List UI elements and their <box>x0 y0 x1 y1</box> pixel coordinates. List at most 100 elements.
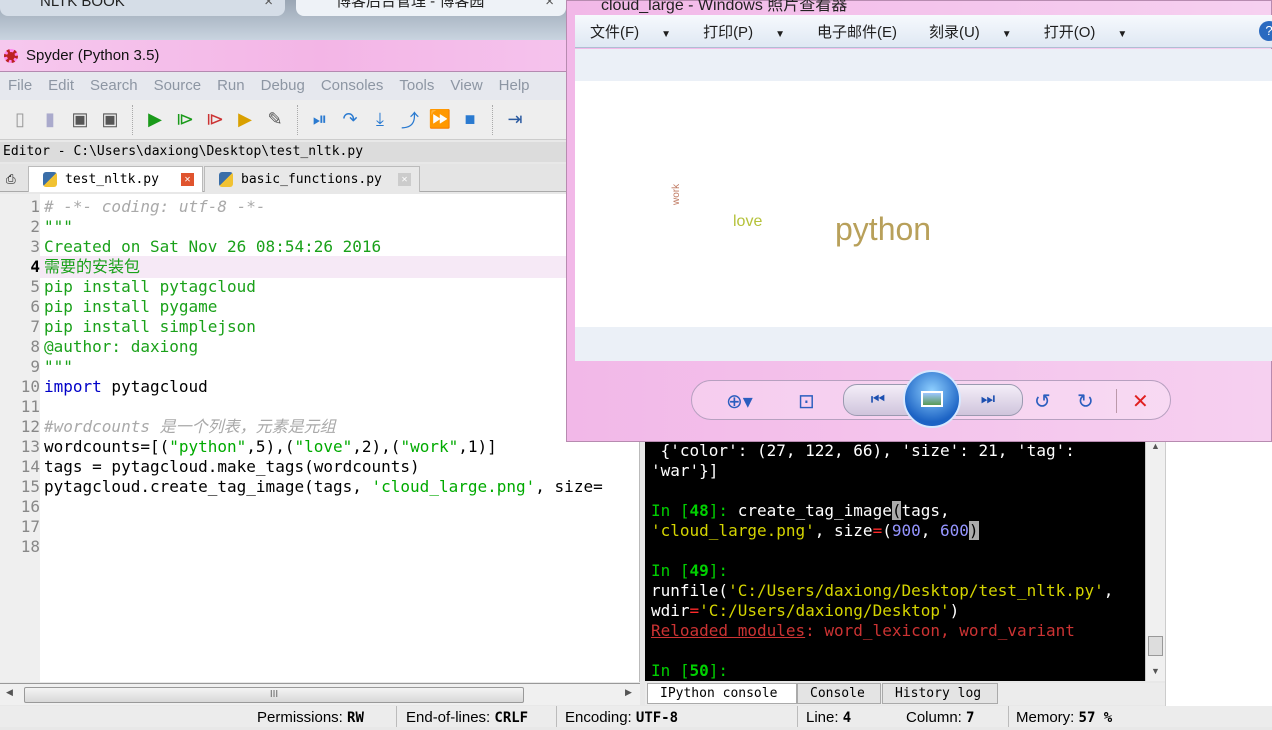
line-number: 7 <box>30 317 40 336</box>
menu-bar: File Edit Search Source Run Debug Consol… <box>0 72 640 100</box>
new-file-icon[interactable]: ▯ <box>8 108 32 132</box>
line-number: 8 <box>30 337 40 356</box>
toolbar: ▯ ▮ ▣ ▣ ▶ ⧐ ⧐ ▶ ✎ ⏯ ↷ ⤓ ⤴ ⏩ ■ ⇥ <box>0 100 640 140</box>
code-line: """ <box>44 217 73 236</box>
status-line: Line: 4 <box>806 709 852 726</box>
configure-run-icon[interactable]: ✎ <box>263 108 287 132</box>
console-runfile: runfile('C:/Users/daxiong/Desktop/test_n… <box>651 581 1114 600</box>
controls-separator <box>1116 389 1117 413</box>
scrollbar-thumb[interactable] <box>1148 636 1163 656</box>
viewer-bottom-area <box>575 327 1272 361</box>
step-icon[interactable]: ↷ <box>338 108 362 132</box>
tab-basic-functions[interactable]: basic_functions.py ✕ <box>204 166 420 192</box>
horizontal-scrollbar[interactable]: ◀ III ▶ <box>0 683 640 705</box>
step-return-icon[interactable]: ⤴ <box>398 108 422 132</box>
code-line: # -*- coding: utf-8 -*- <box>44 197 266 216</box>
close-tab-icon[interactable]: ✕ <box>398 173 411 186</box>
close-tab-icon[interactable]: ✕ <box>181 173 194 186</box>
console-vertical-scrollbar[interactable]: ▲ ▼ <box>1145 441 1165 681</box>
line-number: 6 <box>30 297 40 316</box>
rotate-ccw-icon[interactable]: ↺ <box>1034 389 1051 414</box>
viewer-menu-file[interactable]: 文件(F) ▼ <box>590 21 687 42</box>
toolbar-separator <box>297 104 298 135</box>
debug-icon[interactable]: ⏯ <box>308 108 332 132</box>
code-editor[interactable]: 1 2 3 4 5 6 7 8 9 10 11 12 13 14 15 16 17 18 # -*- coding… <box>0 194 640 682</box>
menu-consoles[interactable]: Consoles <box>321 72 384 100</box>
menu-view[interactable]: View <box>450 72 482 100</box>
menu-tools[interactable]: Tools <box>399 72 434 100</box>
menu-debug[interactable]: Debug <box>261 72 305 100</box>
console-input-48-cont: 'cloud_large.png', size=(900, 600) <box>651 521 979 540</box>
menu-edit[interactable]: Edit <box>48 72 74 100</box>
menu-source[interactable]: Source <box>154 72 202 100</box>
scroll-right-icon[interactable]: ▶ <box>625 687 632 698</box>
line-number: 5 <box>30 277 40 296</box>
tab-label: test_nltk.py <box>65 172 159 187</box>
scroll-down-icon[interactable]: ▼ <box>1151 666 1160 676</box>
status-memory: Memory: 57 % <box>1016 709 1113 726</box>
status-eol: End-of-lines: CRLF <box>406 709 529 726</box>
tab-ipython-console[interactable]: IPython console <box>647 683 797 704</box>
browse-tabs-icon[interactable]: ⎙ <box>6 172 16 187</box>
viewer-menu-open[interactable]: 打开(O) ▼ <box>1044 21 1144 42</box>
close-icon[interactable]: × <box>264 0 273 12</box>
tab-history-log[interactable]: History log <box>882 683 998 704</box>
line-number: 1 <box>30 197 40 216</box>
menu-help[interactable]: Help <box>499 72 530 100</box>
ipython-console[interactable]: {'color': (27, 122, 66), 'size': 21, 'ta… <box>645 441 1145 681</box>
code-line: pytagcloud.create_tag_image(tags, 'cloud… <box>44 477 603 496</box>
tab-test-nltk[interactable]: test_nltk.py ✕ <box>28 166 203 192</box>
line-number: 9 <box>30 357 40 376</box>
scroll-up-icon[interactable]: ▲ <box>1151 441 1160 451</box>
status-separator <box>556 706 557 727</box>
code-line: import pytagcloud <box>44 377 208 396</box>
code-line: wordcounts=[("python",5),("love",2),("wo… <box>44 437 497 456</box>
code-line: @author: daxiong <box>44 337 199 356</box>
viewer-menu-burn[interactable]: 刻录(U) ▼ <box>929 21 1028 42</box>
fit-window-icon[interactable]: ⊡ <box>798 389 815 414</box>
scrollbar-thumb[interactable]: III <box>24 687 524 703</box>
code-line: tags = pytagcloud.make_tags(wordcounts) <box>44 457 420 476</box>
code-line: #wordcounts 是一个列表，元素是元组 <box>44 417 336 436</box>
viewer-menu-print[interactable]: 打印(P) ▼ <box>703 21 801 42</box>
tab-label: NLTK BOOK <box>40 0 125 10</box>
browser-tab-blog[interactable]: 博客后台管理 - 博客园 × <box>296 0 566 16</box>
maximize-pane-icon[interactable]: ⇥ <box>503 108 527 132</box>
run-cell-icon[interactable]: ⧐ <box>173 108 197 132</box>
tab-label: basic_functions.py <box>241 172 382 187</box>
tab-label: 博客后台管理 - 博客园 <box>336 0 485 10</box>
run-cell-advance-icon[interactable]: ⧐ <box>203 108 227 132</box>
cloud-word-python: python <box>835 211 932 247</box>
save-all-icon[interactable]: ▣ <box>98 108 122 132</box>
tab-console[interactable]: Console <box>797 683 881 704</box>
next-icon[interactable]: ⏭ <box>953 384 1023 416</box>
menu-run[interactable]: Run <box>217 72 245 100</box>
save-icon[interactable]: ▣ <box>68 108 92 132</box>
spyder-title-bar: Spyder (Python 3.5) <box>0 40 640 72</box>
cloud-word-work: work <box>671 183 682 205</box>
help-icon[interactable]: ? <box>1259 21 1272 41</box>
word-cloud-image: python love work <box>575 81 1272 327</box>
run-icon[interactable]: ▶ <box>143 108 167 132</box>
menu-search[interactable]: Search <box>90 72 138 100</box>
stop-icon[interactable]: ■ <box>458 108 482 132</box>
delete-icon[interactable]: ✕ <box>1132 389 1149 414</box>
open-file-icon[interactable]: ▮ <box>38 108 62 132</box>
run-selection-icon[interactable]: ▶ <box>233 108 257 132</box>
continue-icon[interactable]: ⏩ <box>428 108 452 132</box>
step-into-icon[interactable]: ⤓ <box>368 108 392 132</box>
scroll-left-icon[interactable]: ◀ <box>6 687 13 698</box>
slideshow-icon[interactable] <box>903 370 961 428</box>
line-number: 11 <box>20 397 40 416</box>
browser-tab-nltk[interactable]: NLTK BOOK × <box>0 0 285 16</box>
cloud-word-love: love <box>733 213 763 230</box>
menu-file[interactable]: File <box>8 72 32 100</box>
close-icon[interactable]: × <box>545 0 554 12</box>
zoom-icon[interactable]: ⊕▾ <box>726 389 753 414</box>
console-input-49: In [49]: <box>651 561 729 580</box>
viewer-menu-email[interactable]: 电子邮件(E) <box>817 21 913 42</box>
rotate-cw-icon[interactable]: ↻ <box>1077 389 1094 414</box>
toolbar-separator <box>492 104 493 135</box>
dropdown-arrow-icon: ▼ <box>775 28 785 40</box>
line-number-gutter: 1 2 3 4 5 6 7 8 9 10 11 12 13 14 15 16 17 18 <box>0 194 40 682</box>
